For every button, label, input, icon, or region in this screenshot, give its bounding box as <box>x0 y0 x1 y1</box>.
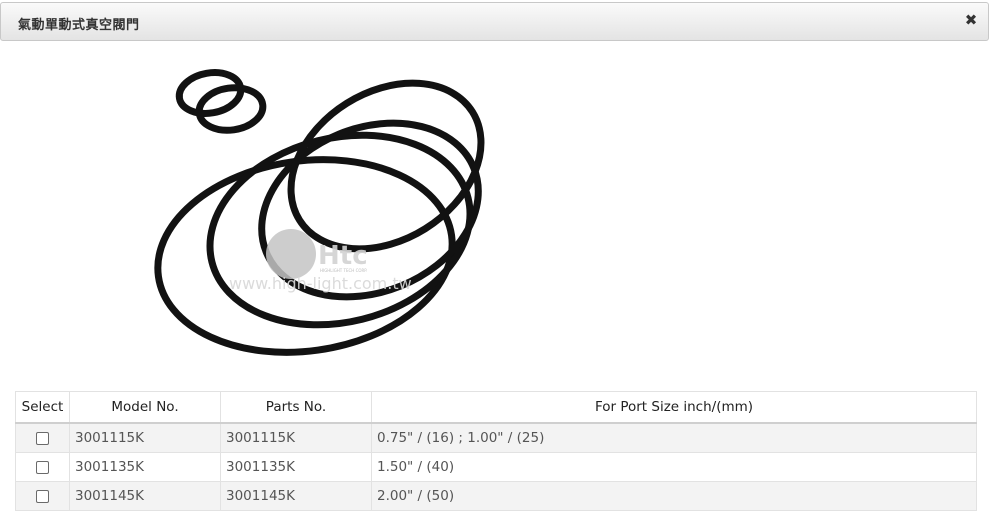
row-checkbox[interactable] <box>36 431 49 445</box>
port-size-cell: 1.50" / (40) <box>371 452 977 482</box>
model-no-cell: 3001135K <box>69 452 221 482</box>
header-parts-no: Parts No. <box>220 391 372 424</box>
dialog-title: 氣動單動式真空閥門 <box>18 18 140 33</box>
row-checkbox[interactable] <box>36 460 49 474</box>
port-size-cell: 0.75" / (16) ; 1.00" / (25) <box>371 422 977 453</box>
select-cell <box>15 422 70 453</box>
table-row: 3001145K 3001145K 2.00" / (50) <box>15 481 977 511</box>
large-o-ring-2 <box>206 131 474 329</box>
port-size-cell: 2.00" / (50) <box>371 481 977 511</box>
dialog-titlebar: 氣動單動式真空閥門 ✖ <box>0 2 989 41</box>
watermark-url: www.high-light.com.tw <box>229 274 412 293</box>
model-no-cell: 3001115K <box>69 422 221 453</box>
model-no-cell: 3001145K <box>69 481 221 511</box>
watermark-brand: Htc <box>318 241 368 271</box>
table-row: 3001115K 3001115K 0.75" / (16) ; 1.00" /… <box>15 422 977 453</box>
header-select: Select <box>15 391 70 424</box>
row-checkbox[interactable] <box>36 489 49 503</box>
header-port-size: For Port Size inch/(mm) <box>371 391 977 424</box>
product-dialog: 氣動單動式真空閥門 ✖ Htc HIGHLIGHT TECH CORP. www… <box>0 0 991 517</box>
parts-no-cell: 3001145K <box>220 481 372 511</box>
close-icon[interactable]: ✖ <box>963 12 979 28</box>
table-row: 3001135K 3001135K 1.50" / (40) <box>15 452 977 482</box>
watermark-tagline: HIGHLIGHT TECH CORP. <box>320 268 367 273</box>
o-ring-product-image: Htc HIGHLIGHT TECH CORP. www.high-light.… <box>154 69 485 356</box>
parts-no-cell: 3001135K <box>220 452 372 482</box>
parts-no-cell: 3001115K <box>220 422 372 453</box>
header-model-no: Model No. <box>69 391 221 424</box>
watermark-logo-icon <box>266 229 316 279</box>
select-cell <box>15 452 70 482</box>
select-cell <box>15 481 70 511</box>
table-header-row: Select Model No. Parts No. For Port Size… <box>15 391 977 424</box>
parts-table: Select Model No. Parts No. For Port Size… <box>15 391 977 511</box>
